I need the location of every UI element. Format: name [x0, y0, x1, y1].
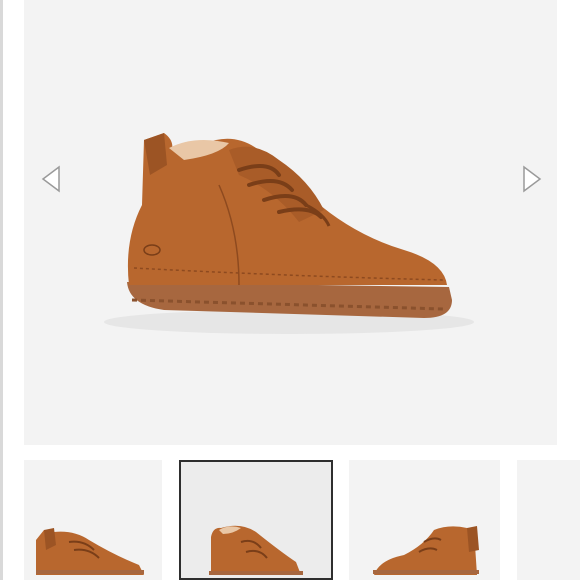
- thumbnail-strip: [0, 460, 580, 580]
- boot-illustration: [104, 133, 474, 334]
- boot-thumbnail: [209, 525, 303, 575]
- next-image-button[interactable]: [518, 164, 546, 194]
- boot-thumbnail: [36, 528, 144, 575]
- chevron-left-icon: [41, 165, 60, 193]
- boot-thumbnail: [373, 526, 479, 575]
- thumbnail-4[interactable]: [517, 460, 580, 580]
- chevron-right-icon: [523, 165, 542, 193]
- thumbnail-3[interactable]: [349, 460, 500, 580]
- thumbnail-2[interactable]: [179, 460, 333, 580]
- thumbnail-1[interactable]: [24, 460, 162, 580]
- previous-image-button[interactable]: [37, 164, 65, 194]
- main-product-image[interactable]: [24, 0, 557, 445]
